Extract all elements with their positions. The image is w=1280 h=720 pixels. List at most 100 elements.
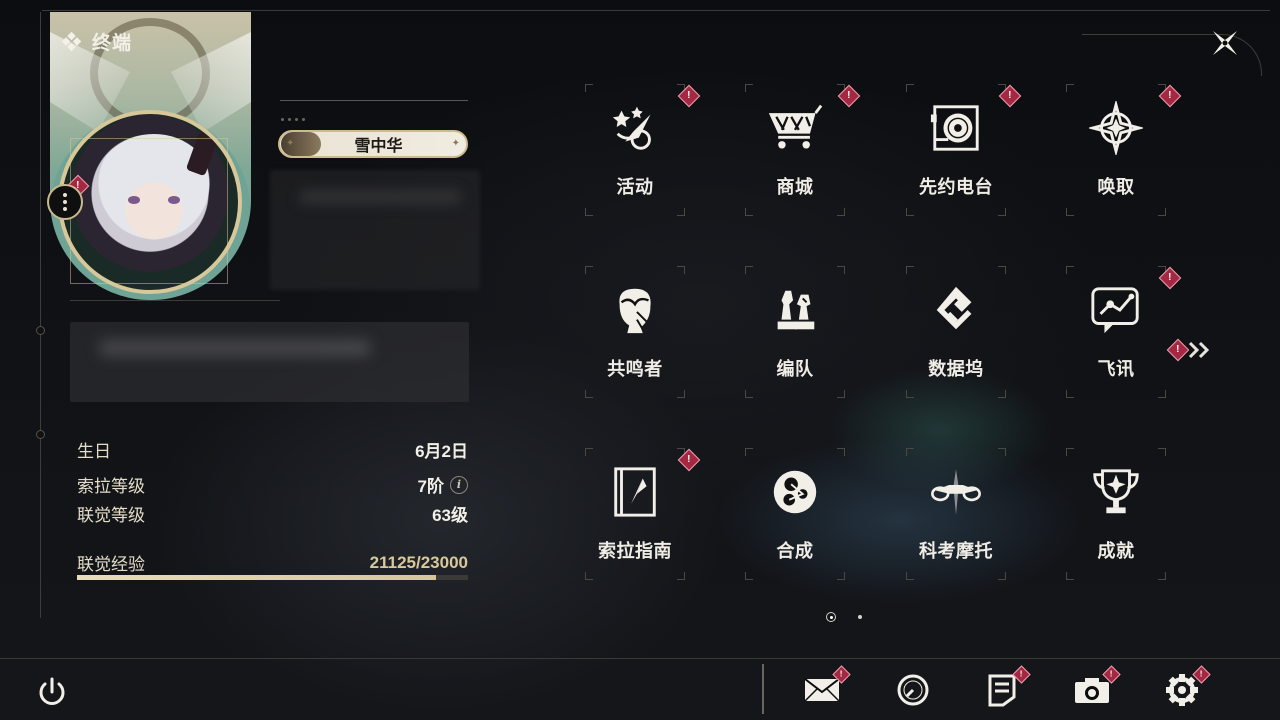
sparkle-icon: ✦ [286, 138, 295, 149]
close-icon [1213, 31, 1237, 55]
tile-corner [677, 266, 685, 274]
tile-corner [745, 572, 753, 580]
data-bank-icon [928, 282, 984, 338]
tile-corner [745, 84, 753, 92]
tile-label: 活动 [616, 177, 654, 197]
grid-tile[interactable]: 合成 [745, 448, 845, 580]
grid-tile[interactable]: 编队 [745, 266, 845, 398]
synthesis-icon [767, 464, 823, 520]
avatar[interactable] [58, 110, 242, 294]
tile-label: 编队 [776, 359, 814, 379]
stat-value: 7阶 [417, 477, 444, 496]
tile-corner [906, 448, 914, 456]
grid-tile[interactable]: 唤取! [1066, 84, 1182, 216]
camera-icon [1075, 678, 1109, 703]
more-options-button[interactable] [47, 184, 83, 220]
mail-button[interactable]: ! [800, 665, 851, 712]
notes-icon [988, 674, 1016, 707]
message-chat-icon [1088, 282, 1144, 338]
tile-label: 先约电台 [919, 177, 993, 197]
time-button[interactable] [891, 668, 935, 712]
name-plate[interactable]: 雪中华 ✦ ✦ [278, 130, 468, 158]
xp-progress-fill [77, 575, 436, 580]
card-divider [70, 300, 280, 301]
stat-label: 联觉经验 [77, 555, 145, 574]
tile-corner [585, 448, 593, 456]
tile-corner [1158, 208, 1166, 216]
stat-label: 索拉等级 [77, 477, 145, 496]
close-button[interactable] [1200, 18, 1250, 68]
grid-tile[interactable]: 先约电台! [906, 84, 1022, 216]
grid-tile[interactable]: 数据坞 [906, 266, 1006, 398]
tile-corner [837, 208, 845, 216]
name-divider [280, 100, 468, 101]
tile-corner [998, 448, 1006, 456]
power-button[interactable] [32, 672, 72, 712]
frame-node [36, 326, 45, 335]
portrait-card[interactable] [50, 12, 251, 300]
tile-label: 共鸣者 [607, 359, 663, 379]
settings-button[interactable]: ! [1160, 665, 1211, 712]
tile-label: 商城 [776, 177, 814, 197]
bottom-divider [0, 658, 1280, 659]
avatar-ribbon [185, 131, 219, 177]
mail-icon [804, 678, 840, 702]
tile-corner [1066, 572, 1074, 580]
grid-tile[interactable]: 商城! [745, 84, 861, 216]
grid-tile[interactable]: 共鸣者 [585, 266, 685, 398]
page-dot-active[interactable] [826, 612, 836, 622]
grid-tile[interactable]: 科考摩托 [906, 448, 1006, 580]
tile-corner [585, 390, 593, 398]
tile-corner [906, 390, 914, 398]
grid-tile[interactable]: 索拉指南! [585, 448, 701, 580]
tile-label: 合成 [776, 541, 814, 561]
stat-sola-level: 索拉等级 7阶 i [77, 472, 468, 497]
tile-corner [745, 390, 753, 398]
tile-label: 飞讯 [1097, 359, 1135, 379]
name-dots-decoration [281, 118, 305, 121]
page-dot[interactable] [858, 615, 862, 619]
player-name: 雪中华 [354, 138, 403, 155]
tile-corner [677, 390, 685, 398]
tile-corner [998, 208, 1006, 216]
camera-button[interactable]: ! [1070, 665, 1121, 712]
stat-label: 联觉等级 [77, 506, 145, 525]
grid-tile[interactable]: 活动! [585, 84, 701, 216]
notes-button[interactable]: ! [980, 665, 1031, 712]
title-text: 终端 [92, 33, 133, 54]
description-blur [100, 340, 370, 356]
tile-corner [998, 390, 1006, 398]
xp-value: 21125/23000 [369, 552, 468, 572]
tile-corner [585, 266, 593, 274]
tile-corner [1066, 266, 1074, 274]
grid-tile[interactable]: 成就 [1066, 448, 1166, 580]
tile-corner [745, 208, 753, 216]
pagination [826, 612, 862, 622]
bottom-separator [762, 664, 764, 714]
tile-corner [1066, 390, 1074, 398]
stat-union-level: 联觉等级 63级 [77, 501, 468, 526]
tile-corner [1066, 448, 1074, 456]
tile-corner [585, 572, 593, 580]
grid-tile[interactable]: 飞讯! [1066, 266, 1182, 398]
tile-corner [906, 84, 914, 92]
stat-value: 6月2日 [415, 442, 468, 461]
radio-record-icon [928, 100, 984, 156]
stat-label: 生日 [77, 442, 111, 461]
next-page-button[interactable]: ! [1166, 338, 1214, 362]
signature-blur [300, 190, 460, 204]
tile-corner [906, 572, 914, 580]
avatar-eyes [128, 196, 180, 204]
terminal-diamond-icon [62, 31, 82, 51]
stat-union-xp: 联觉经验 21125/23000 [77, 550, 468, 575]
tile-label: 唤取 [1097, 177, 1135, 197]
description-box[interactable] [70, 322, 469, 402]
tile-corner [585, 84, 593, 92]
next-page-alert-badge: ! [1166, 338, 1190, 362]
activity-stars-icon [607, 100, 663, 156]
tile-corner [677, 572, 685, 580]
tile-corner [1158, 390, 1166, 398]
info-icon[interactable]: i [450, 475, 468, 494]
motorbike-icon [928, 464, 984, 520]
tile-corner [1158, 448, 1166, 456]
